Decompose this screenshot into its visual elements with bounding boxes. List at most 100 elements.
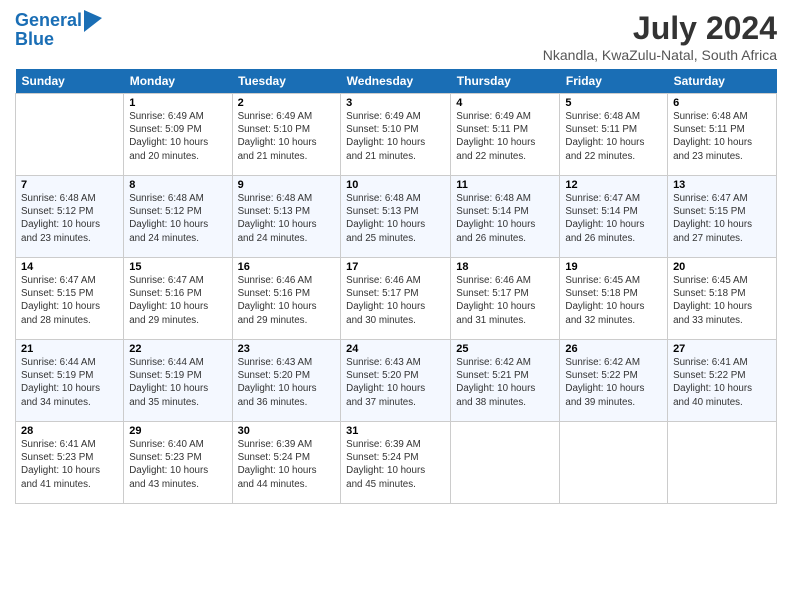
calendar-cell: 28Sunrise: 6:41 AMSunset: 5:23 PMDayligh… <box>16 422 124 504</box>
calendar-cell: 15Sunrise: 6:47 AMSunset: 5:16 PMDayligh… <box>124 258 232 340</box>
logo-text-line1: General <box>15 11 82 31</box>
week-row-1: 7Sunrise: 6:48 AMSunset: 5:12 PMDaylight… <box>16 176 777 258</box>
calendar-cell: 10Sunrise: 6:48 AMSunset: 5:13 PMDayligh… <box>341 176 451 258</box>
day-number: 25 <box>456 343 554 355</box>
day-info: Sunrise: 6:47 AMSunset: 5:15 PMDaylight:… <box>21 274 118 327</box>
calendar-cell: 26Sunrise: 6:42 AMSunset: 5:22 PMDayligh… <box>560 340 668 422</box>
day-number: 13 <box>673 179 771 191</box>
day-number: 10 <box>346 179 445 191</box>
day-number: 5 <box>565 97 662 109</box>
day-info: Sunrise: 6:41 AMSunset: 5:23 PMDaylight:… <box>21 438 118 491</box>
col-thursday: Thursday <box>451 69 560 94</box>
calendar-cell: 12Sunrise: 6:47 AMSunset: 5:14 PMDayligh… <box>560 176 668 258</box>
calendar-cell: 17Sunrise: 6:46 AMSunset: 5:17 PMDayligh… <box>341 258 451 340</box>
calendar-cell: 1Sunrise: 6:49 AMSunset: 5:09 PMDaylight… <box>124 94 232 176</box>
day-info: Sunrise: 6:48 AMSunset: 5:11 PMDaylight:… <box>565 110 662 163</box>
col-sunday: Sunday <box>16 69 124 94</box>
calendar-cell: 24Sunrise: 6:43 AMSunset: 5:20 PMDayligh… <box>341 340 451 422</box>
day-info: Sunrise: 6:48 AMSunset: 5:14 PMDaylight:… <box>456 192 554 245</box>
day-info: Sunrise: 6:47 AMSunset: 5:14 PMDaylight:… <box>565 192 662 245</box>
day-info: Sunrise: 6:49 AMSunset: 5:10 PMDaylight:… <box>238 110 336 163</box>
day-info: Sunrise: 6:42 AMSunset: 5:21 PMDaylight:… <box>456 356 554 409</box>
day-number: 2 <box>238 97 336 109</box>
day-number: 27 <box>673 343 771 355</box>
col-tuesday: Tuesday <box>232 69 341 94</box>
logo-text-line2: Blue <box>15 30 102 50</box>
day-info: Sunrise: 6:47 AMSunset: 5:15 PMDaylight:… <box>673 192 771 245</box>
calendar-cell: 4Sunrise: 6:49 AMSunset: 5:11 PMDaylight… <box>451 94 560 176</box>
calendar-cell: 27Sunrise: 6:41 AMSunset: 5:22 PMDayligh… <box>668 340 777 422</box>
calendar-cell: 30Sunrise: 6:39 AMSunset: 5:24 PMDayligh… <box>232 422 341 504</box>
week-row-4: 28Sunrise: 6:41 AMSunset: 5:23 PMDayligh… <box>16 422 777 504</box>
day-number: 24 <box>346 343 445 355</box>
day-number: 22 <box>129 343 226 355</box>
header-row: Sunday Monday Tuesday Wednesday Thursday… <box>16 69 777 94</box>
day-info: Sunrise: 6:45 AMSunset: 5:18 PMDaylight:… <box>673 274 771 327</box>
calendar-cell: 16Sunrise: 6:46 AMSunset: 5:16 PMDayligh… <box>232 258 341 340</box>
calendar-cell: 8Sunrise: 6:48 AMSunset: 5:12 PMDaylight… <box>124 176 232 258</box>
day-number: 15 <box>129 261 226 273</box>
col-wednesday: Wednesday <box>341 69 451 94</box>
col-friday: Friday <box>560 69 668 94</box>
day-info: Sunrise: 6:48 AMSunset: 5:11 PMDaylight:… <box>673 110 771 163</box>
day-info: Sunrise: 6:43 AMSunset: 5:20 PMDaylight:… <box>238 356 336 409</box>
week-row-3: 21Sunrise: 6:44 AMSunset: 5:19 PMDayligh… <box>16 340 777 422</box>
title-area: July 2024 Nkandla, KwaZulu-Natal, South … <box>543 10 777 63</box>
day-number: 16 <box>238 261 336 273</box>
logo-icon <box>84 10 102 32</box>
day-info: Sunrise: 6:44 AMSunset: 5:19 PMDaylight:… <box>21 356 118 409</box>
day-number: 31 <box>346 425 445 437</box>
calendar-cell: 18Sunrise: 6:46 AMSunset: 5:17 PMDayligh… <box>451 258 560 340</box>
day-number: 19 <box>565 261 662 273</box>
day-number: 1 <box>129 97 226 109</box>
day-info: Sunrise: 6:44 AMSunset: 5:19 PMDaylight:… <box>129 356 226 409</box>
calendar-cell: 21Sunrise: 6:44 AMSunset: 5:19 PMDayligh… <box>16 340 124 422</box>
day-info: Sunrise: 6:46 AMSunset: 5:16 PMDaylight:… <box>238 274 336 327</box>
day-number: 28 <box>21 425 118 437</box>
calendar-cell: 13Sunrise: 6:47 AMSunset: 5:15 PMDayligh… <box>668 176 777 258</box>
day-info: Sunrise: 6:43 AMSunset: 5:20 PMDaylight:… <box>346 356 445 409</box>
col-saturday: Saturday <box>668 69 777 94</box>
calendar-cell <box>668 422 777 504</box>
calendar-cell: 25Sunrise: 6:42 AMSunset: 5:21 PMDayligh… <box>451 340 560 422</box>
calendar-cell: 9Sunrise: 6:48 AMSunset: 5:13 PMDaylight… <box>232 176 341 258</box>
calendar-cell <box>560 422 668 504</box>
day-info: Sunrise: 6:49 AMSunset: 5:11 PMDaylight:… <box>456 110 554 163</box>
day-number: 20 <box>673 261 771 273</box>
day-number: 14 <box>21 261 118 273</box>
day-info: Sunrise: 6:48 AMSunset: 5:13 PMDaylight:… <box>346 192 445 245</box>
day-number: 26 <box>565 343 662 355</box>
day-info: Sunrise: 6:49 AMSunset: 5:10 PMDaylight:… <box>346 110 445 163</box>
day-info: Sunrise: 6:39 AMSunset: 5:24 PMDaylight:… <box>238 438 336 491</box>
calendar-cell: 5Sunrise: 6:48 AMSunset: 5:11 PMDaylight… <box>560 94 668 176</box>
day-number: 3 <box>346 97 445 109</box>
day-number: 8 <box>129 179 226 191</box>
calendar-cell: 29Sunrise: 6:40 AMSunset: 5:23 PMDayligh… <box>124 422 232 504</box>
day-info: Sunrise: 6:45 AMSunset: 5:18 PMDaylight:… <box>565 274 662 327</box>
calendar-cell <box>16 94 124 176</box>
calendar-cell: 14Sunrise: 6:47 AMSunset: 5:15 PMDayligh… <box>16 258 124 340</box>
day-number: 29 <box>129 425 226 437</box>
day-info: Sunrise: 6:39 AMSunset: 5:24 PMDaylight:… <box>346 438 445 491</box>
day-info: Sunrise: 6:40 AMSunset: 5:23 PMDaylight:… <box>129 438 226 491</box>
day-number: 4 <box>456 97 554 109</box>
day-number: 6 <box>673 97 771 109</box>
day-info: Sunrise: 6:41 AMSunset: 5:22 PMDaylight:… <box>673 356 771 409</box>
week-row-0: 1Sunrise: 6:49 AMSunset: 5:09 PMDaylight… <box>16 94 777 176</box>
week-row-2: 14Sunrise: 6:47 AMSunset: 5:15 PMDayligh… <box>16 258 777 340</box>
page: General Blue July 2024 Nkandla, KwaZulu-… <box>0 0 792 612</box>
day-info: Sunrise: 6:46 AMSunset: 5:17 PMDaylight:… <box>456 274 554 327</box>
calendar-cell: 20Sunrise: 6:45 AMSunset: 5:18 PMDayligh… <box>668 258 777 340</box>
logo: General Blue <box>15 10 102 50</box>
day-number: 21 <box>21 343 118 355</box>
location-subtitle: Nkandla, KwaZulu-Natal, South Africa <box>543 47 777 63</box>
calendar-cell: 23Sunrise: 6:43 AMSunset: 5:20 PMDayligh… <box>232 340 341 422</box>
day-number: 7 <box>21 179 118 191</box>
calendar-cell: 19Sunrise: 6:45 AMSunset: 5:18 PMDayligh… <box>560 258 668 340</box>
month-year-title: July 2024 <box>543 10 777 47</box>
day-info: Sunrise: 6:48 AMSunset: 5:13 PMDaylight:… <box>238 192 336 245</box>
day-number: 17 <box>346 261 445 273</box>
calendar-cell: 3Sunrise: 6:49 AMSunset: 5:10 PMDaylight… <box>341 94 451 176</box>
day-info: Sunrise: 6:48 AMSunset: 5:12 PMDaylight:… <box>21 192 118 245</box>
day-info: Sunrise: 6:48 AMSunset: 5:12 PMDaylight:… <box>129 192 226 245</box>
